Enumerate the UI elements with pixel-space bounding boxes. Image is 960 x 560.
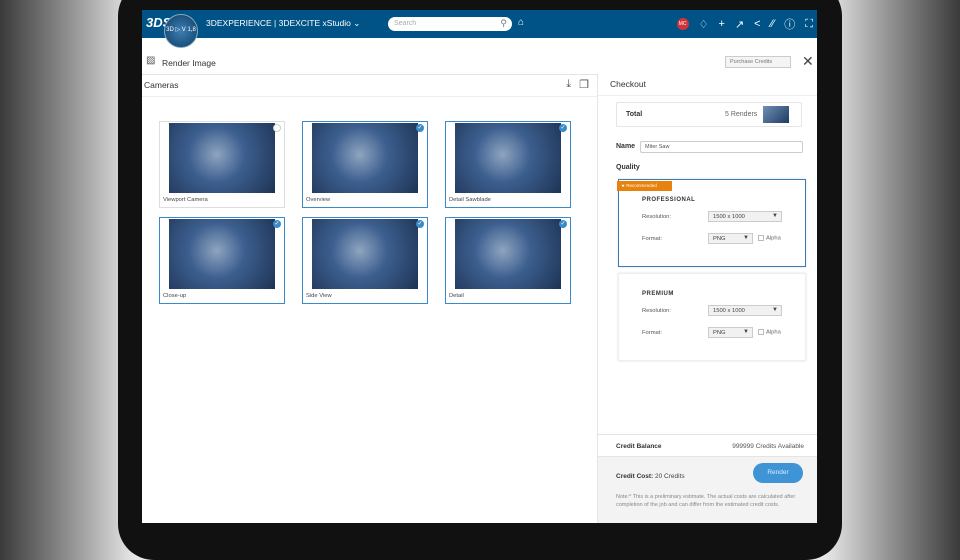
checked-icon[interactable]: ✓: [559, 220, 567, 228]
camera-card[interactable]: Viewport Camera: [159, 121, 285, 208]
chevron-down-icon: ▼: [743, 329, 749, 335]
name-input[interactable]: Miter Saw: [640, 141, 803, 153]
cost-label: Credit Cost:: [616, 473, 654, 480]
camera-thumbnail: [312, 219, 418, 289]
checkout-header: Checkout: [610, 79, 646, 89]
search-icon[interactable]: ⚲: [500, 18, 507, 29]
help-icon[interactable]: ⓘ: [784, 16, 795, 32]
dialog-header: ▨ Render Image Purchase Credits ✕: [142, 53, 817, 74]
camera-label: Side View: [306, 293, 332, 299]
plus-icon[interactable]: +: [719, 18, 725, 30]
render-button[interactable]: Render: [753, 463, 803, 483]
cameras-panel: Cameras ⤓ ❐ Viewport Camera ✓ Overview ✓ Deta…: [142, 74, 597, 523]
resolution-select[interactable]: 1500 x 1000 ▼: [708, 211, 782, 222]
chevron-down-icon: ▼: [772, 307, 778, 313]
dialog-title: Render Image: [162, 58, 216, 68]
resolution-label: Resolution:: [642, 308, 672, 314]
chevron-down-icon: ▼: [743, 235, 749, 241]
name-label: Name: [616, 143, 636, 150]
camera-card[interactable]: ✓ Overview: [302, 121, 428, 208]
app-screen: 3DS 3D ▷ V 1,8 3DEXPERIENCE | 3DEXCITE x…: [142, 10, 817, 523]
camera-card[interactable]: ✓ Close-up: [159, 217, 285, 304]
badge-label: Recommended: [626, 183, 657, 188]
format-value: PNG: [713, 330, 726, 336]
network-share-icon[interactable]: <: [754, 18, 760, 30]
camera-card[interactable]: ✓ Detail Sawblade: [445, 121, 571, 208]
checkbox-icon[interactable]: [273, 124, 281, 132]
renders-thumbnail: [763, 106, 789, 123]
total-summary: Total 5 Renders: [616, 102, 802, 127]
checked-icon[interactable]: ✓: [273, 220, 281, 228]
camera-thumbnail: [169, 123, 275, 193]
search-placeholder: Search: [394, 20, 417, 27]
camera-thumbnail: [455, 123, 561, 193]
camera-label: Detail Sawblade: [449, 197, 491, 203]
divider: [142, 96, 597, 97]
camera-card[interactable]: ✓ Detail: [445, 217, 571, 304]
credit-balance: Credit Balance 999999 Credits Available: [598, 435, 817, 457]
alpha-label: Alpha: [766, 329, 781, 336]
format-select[interactable]: PNG ▼: [708, 233, 753, 244]
divider: [598, 95, 817, 96]
image-icon: ▨: [146, 55, 156, 66]
select-all-icon[interactable]: ❐: [579, 78, 589, 91]
camera-card[interactable]: ✓ Side View: [302, 217, 428, 304]
camera-label: Detail: [449, 293, 464, 299]
format-label: Format:: [642, 236, 662, 242]
credit-cost: Credit Cost: 20 Credits: [616, 473, 685, 480]
cost-value: 20 Credits: [655, 473, 685, 480]
quality-option-professional[interactable]: ★ Recommended PROFESSIONAL Resolution: 1…: [617, 179, 806, 267]
camera-thumbnail: [169, 219, 275, 289]
quality-option-premium[interactable]: PREMIUM Resolution: 1500 x 1000 ▼ Format:…: [618, 273, 806, 361]
fullscreen-icon[interactable]: ⛶: [805, 18, 813, 31]
app-brand-menu[interactable]: 3DEXPERIENCE | 3DEXCITE xStudio ⌄: [206, 18, 360, 29]
estimate-note: Note:* This is a preliminary estimate. T…: [616, 494, 796, 508]
camera-label: Close-up: [163, 293, 187, 299]
compass-button[interactable]: 3D ▷ V 1,8: [164, 14, 198, 48]
download-icon[interactable]: ⤓: [566, 78, 571, 91]
quality-label: Quality: [616, 164, 640, 171]
checkout-footer: Credit Balance 999999 Credits Available …: [598, 434, 817, 523]
notification-icon[interactable]: ♢: [699, 18, 709, 31]
avatar[interactable]: MC: [676, 18, 689, 30]
balance-label: Credit Balance: [616, 443, 662, 450]
purchase-label: Purchase Credits: [730, 59, 773, 65]
apps-icon[interactable]: ⁄⁄: [771, 18, 775, 30]
share-icon[interactable]: ↗: [735, 18, 744, 31]
close-icon[interactable]: ✕: [802, 53, 814, 70]
cameras-header: Cameras: [144, 80, 179, 90]
checked-icon[interactable]: ✓: [416, 124, 424, 132]
resolution-select[interactable]: 1500 x 1000 ▼: [708, 305, 782, 316]
alpha-checkbox[interactable]: Alpha: [758, 235, 781, 242]
top-bar: 3DS 3D ▷ V 1,8 3DEXPERIENCE | 3DEXCITE x…: [142, 10, 817, 48]
format-select[interactable]: PNG ▼: [708, 327, 753, 338]
alpha-label: Alpha: [766, 235, 781, 242]
resolution-value: 1500 x 1000: [713, 214, 745, 220]
checked-icon[interactable]: ✓: [416, 220, 424, 228]
resolution-label: Resolution:: [642, 214, 672, 220]
camera-thumbnail: [312, 123, 418, 193]
resolution-value: 1500 x 1000: [713, 308, 745, 314]
total-label: Total: [626, 111, 643, 118]
checkout-panel: Checkout Total 5 Renders Name Miter Saw …: [597, 74, 817, 523]
tag-icon[interactable]: ⌂: [518, 17, 524, 28]
quality-title: PROFESSIONAL: [642, 197, 696, 203]
alpha-checkbox[interactable]: Alpha: [758, 329, 781, 336]
camera-label: Viewport Camera: [163, 197, 208, 203]
chevron-down-icon: ▼: [772, 213, 778, 219]
checked-icon[interactable]: ✓: [559, 124, 567, 132]
search-input[interactable]: Search ⚲: [388, 17, 512, 31]
camera-label: Overview: [306, 197, 331, 203]
recommended-badge: ★ Recommended: [617, 181, 672, 191]
purchase-credits-button[interactable]: Purchase Credits: [725, 56, 791, 68]
quality-title: PREMIUM: [642, 291, 674, 297]
format-label: Format:: [642, 330, 662, 336]
total-value: 5 Renders: [725, 111, 758, 118]
balance-value: 999999 Credits Available: [732, 443, 804, 450]
format-value: PNG: [713, 236, 726, 242]
camera-thumbnail: [455, 219, 561, 289]
